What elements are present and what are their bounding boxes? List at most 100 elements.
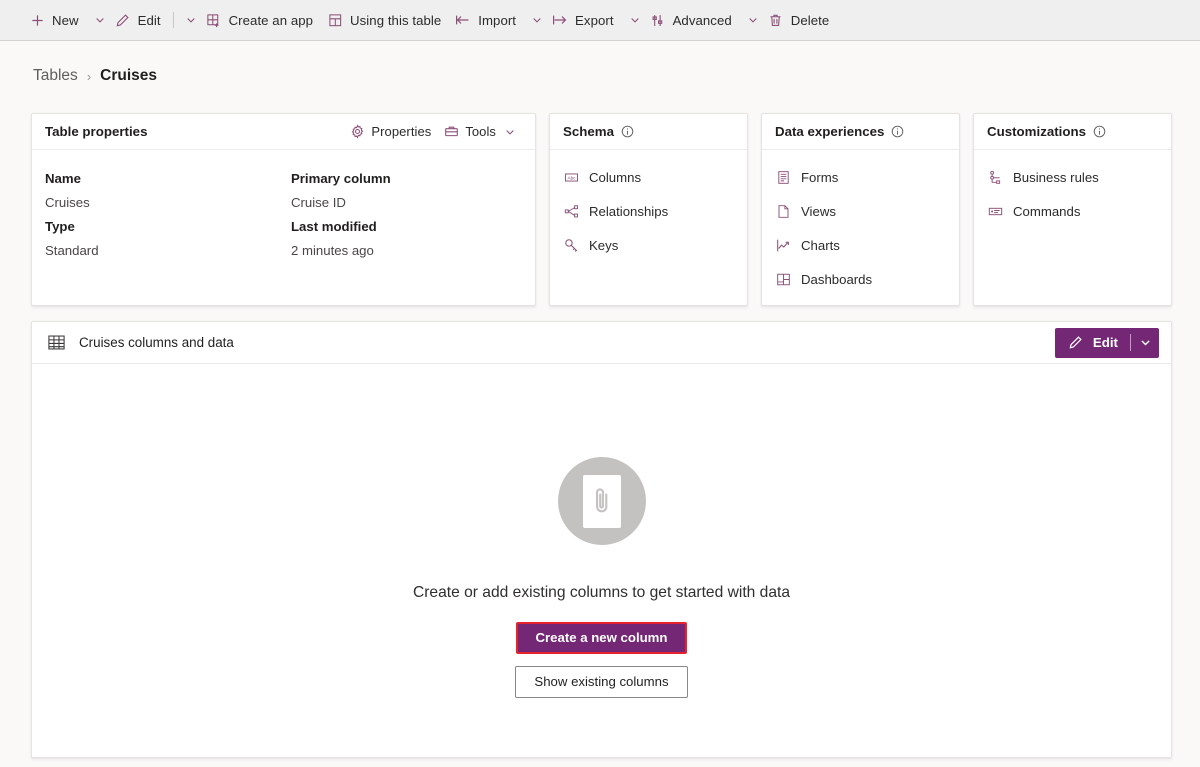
breadcrumb-separator-icon: › — [87, 69, 91, 84]
command-delete[interactable]: Delete — [761, 4, 837, 36]
line-chart-icon — [775, 237, 791, 253]
cards-row: Table properties Properties — [0, 89, 1200, 306]
relationship-nodes-icon — [563, 203, 579, 219]
pencil-icon — [115, 12, 131, 28]
dashboard-grid-icon — [775, 271, 791, 287]
edit-button-label: Edit — [1093, 335, 1118, 350]
command-bar: New Edit Create an app Using this table — [0, 0, 1200, 41]
empty-state: Create or add existing columns to get st… — [32, 364, 1171, 757]
link-keys-label: Keys — [589, 238, 618, 253]
card-data-experiences: Data experiences Forms — [761, 113, 960, 306]
command-edit-caret[interactable] — [183, 12, 199, 28]
columns-and-data-panel: Cruises columns and data Edit — [31, 321, 1172, 758]
card-customizations-header: Customizations — [974, 114, 1171, 150]
sliders-icon — [650, 12, 666, 28]
command-import[interactable]: Import — [448, 4, 523, 36]
tools-button-label: Tools — [465, 124, 496, 139]
link-relationships[interactable]: Relationships — [563, 200, 668, 222]
command-new[interactable]: New — [22, 4, 86, 36]
breadcrumb: Tables › Cruises — [0, 41, 1200, 89]
link-columns-label: Columns — [589, 170, 641, 185]
link-dashboards-label: Dashboards — [801, 272, 872, 287]
card-data-experiences-links: Forms Views — [762, 150, 959, 302]
breadcrumb-item-current: Cruises — [100, 67, 157, 85]
property-label-primary-column: Primary column — [291, 167, 522, 191]
edit-dropdown-caret[interactable] — [1131, 328, 1159, 358]
show-existing-columns-button[interactable]: Show existing columns — [515, 666, 687, 698]
command-export[interactable]: Export — [545, 4, 621, 36]
app-grid-plus-icon — [206, 12, 222, 28]
command-advanced[interactable]: Advanced — [643, 4, 739, 36]
property-value-primary-column: Cruise ID — [291, 191, 522, 215]
view-page-icon — [775, 203, 791, 219]
command-export-label: Export — [575, 13, 614, 28]
command-import-caret[interactable] — [529, 12, 545, 28]
card-header-actions: Properties Tools — [343, 119, 524, 145]
tools-caret-icon[interactable] — [502, 124, 518, 140]
command-advanced-label: Advanced — [673, 13, 732, 28]
property-label-type: Type — [45, 215, 291, 239]
commands-bar-icon — [987, 203, 1003, 219]
command-divider — [173, 12, 174, 28]
edit-button[interactable]: Edit — [1055, 328, 1130, 358]
card-table-properties: Table properties Properties — [31, 113, 536, 306]
edit-split-button[interactable]: Edit — [1055, 328, 1159, 358]
info-icon[interactable] — [621, 125, 634, 138]
link-commands[interactable]: Commands — [987, 200, 1080, 222]
card-title: Customizations — [987, 124, 1086, 139]
gear-icon — [349, 124, 365, 140]
command-create-an-app[interactable]: Create an app — [199, 4, 320, 36]
card-title: Data experiences — [775, 124, 884, 139]
command-using-this-table-label: Using this table — [350, 13, 441, 28]
paperclip-document-icon — [558, 457, 646, 545]
command-edit-label: Edit — [138, 13, 161, 28]
card-schema-links: Abc Columns Relationships — [550, 150, 747, 268]
properties-button[interactable]: Properties — [343, 119, 437, 145]
command-using-this-table[interactable]: Using this table — [320, 4, 448, 36]
link-business-rules-label: Business rules — [1013, 170, 1099, 185]
link-forms[interactable]: Forms — [775, 166, 838, 188]
svg-text:Abc: Abc — [567, 175, 576, 180]
tools-button[interactable]: Tools — [437, 119, 524, 145]
link-forms-label: Forms — [801, 170, 838, 185]
command-advanced-caret[interactable] — [745, 12, 761, 28]
property-label-last-modified: Last modified — [291, 215, 522, 239]
property-value-last-modified: 2 minutes ago — [291, 239, 522, 263]
link-business-rules[interactable]: Business rules — [987, 166, 1099, 188]
card-title: Table properties — [45, 124, 147, 139]
pencil-icon — [1068, 335, 1084, 351]
link-views[interactable]: Views — [775, 200, 836, 222]
create-a-new-column-button[interactable]: Create a new column — [516, 622, 688, 654]
info-icon[interactable] — [891, 125, 904, 138]
plus-icon — [29, 12, 45, 28]
link-charts[interactable]: Charts — [775, 234, 840, 256]
abc-column-icon: Abc — [563, 169, 579, 185]
empty-state-document — [583, 475, 621, 528]
command-delete-label: Delete — [791, 13, 830, 28]
import-arrow-icon — [455, 12, 471, 28]
table-layout-icon — [327, 12, 343, 28]
card-customizations: Customizations — [973, 113, 1172, 306]
info-icon[interactable] — [1093, 125, 1106, 138]
command-new-label: New — [52, 13, 79, 28]
business-rules-icon — [987, 169, 1003, 185]
link-dashboards[interactable]: Dashboards — [775, 268, 872, 290]
card-table-properties-body: Name Primary column Cruises Cruise ID Ty… — [32, 150, 535, 263]
command-new-caret[interactable] — [92, 12, 108, 28]
command-export-caret[interactable] — [627, 12, 643, 28]
card-schema: Schema Abc Columns — [549, 113, 748, 306]
card-schema-header: Schema — [550, 114, 747, 150]
key-icon — [563, 237, 579, 253]
link-commands-label: Commands — [1013, 204, 1080, 219]
link-views-label: Views — [801, 204, 836, 219]
command-edit[interactable]: Edit — [108, 4, 168, 36]
link-keys[interactable]: Keys — [563, 234, 618, 256]
table-grid-icon — [46, 333, 66, 353]
columns-and-data-header: Cruises columns and data Edit — [32, 322, 1171, 364]
property-value-name: Cruises — [45, 191, 291, 215]
link-relationships-label: Relationships — [589, 204, 668, 219]
table-properties-grid: Name Primary column Cruises Cruise ID Ty… — [45, 167, 522, 263]
link-columns[interactable]: Abc Columns — [563, 166, 641, 188]
breadcrumb-item-tables[interactable]: Tables — [33, 67, 78, 85]
export-arrow-icon — [552, 12, 568, 28]
